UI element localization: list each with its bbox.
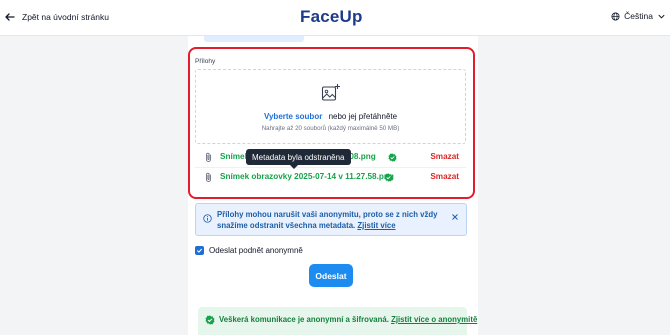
close-icon[interactable] (451, 213, 459, 221)
checkmark-icon (196, 248, 203, 253)
chevron-down-icon (658, 14, 665, 19)
arrow-left-icon (5, 13, 15, 21)
submit-button[interactable]: Odeslat (309, 264, 353, 287)
secure-message: Veškerá komunikace je anonymní a šifrova… (219, 315, 389, 324)
delete-attachment-button[interactable]: Smazat (430, 172, 459, 181)
attachments-label: Přílohy (195, 58, 216, 65)
language-label: Čeština (624, 11, 653, 21)
faceup-logo[interactable]: FaceUp (300, 7, 363, 27)
verified-check-icon (388, 153, 397, 162)
file-dropzone[interactable]: Vyberte soubor nebo jej přetáhněte Nahra… (195, 69, 466, 144)
back-link[interactable]: Zpět na úvodní stránku (4, 11, 109, 23)
paperclip-icon (206, 152, 211, 162)
anonymous-checkbox[interactable] (195, 246, 204, 255)
attachment-row: Snímek obrazovky 2025-07-14 v 11.27.58.p… (195, 168, 466, 188)
drag-text: nebo jej přetáhněte (328, 112, 398, 121)
secure-text: Veškerá komunikace je anonymní a šifrova… (219, 315, 477, 324)
info-text: Přílohy mohou narušit vaši anonymitu, pr… (217, 209, 442, 231)
select-file-link[interactable]: Vyberte soubor (264, 112, 322, 121)
anonymous-checkbox-label: Odeslat podnět anonymně (209, 246, 303, 255)
metadata-tooltip: Metadata byla odstraněna (246, 149, 351, 169)
back-link-label: Zpět na úvodní stránku (22, 12, 109, 22)
dropzone-prompt: Vyberte soubor nebo jej přetáhněte (196, 112, 465, 121)
globe-icon (611, 11, 620, 21)
top-bar: Zpět na úvodní stránku FaceUp Čeština (0, 0, 670, 36)
cut-off-chip (204, 36, 304, 42)
shield-check-icon (205, 315, 215, 325)
anonymity-info-link[interactable]: Zjistit více o anonymitě (391, 315, 477, 324)
attachment-name: Snímek obrazovky 2025-07-14 v 11.27.58.p… (220, 172, 394, 181)
add-image-icon (321, 84, 340, 101)
secure-communication-banner: Veškerá komunikace je anonymní a šifrova… (198, 307, 477, 335)
anonymous-checkbox-row[interactable]: Odeslat podnět anonymně (195, 246, 303, 255)
upload-limits: Nahrajte až 20 souborů (každý maximálně … (261, 125, 400, 132)
info-icon (203, 214, 212, 223)
language-selector[interactable]: Čeština (611, 11, 666, 21)
learn-more-link[interactable]: Zjistit více (357, 221, 395, 230)
delete-attachment-button[interactable]: Smazat (430, 152, 459, 161)
anonymity-info-banner: Přílohy mohou narušit vaši anonymitu, pr… (195, 203, 467, 236)
attachment-name-start: Snímek (220, 152, 250, 161)
verified-check-icon (384, 173, 393, 182)
info-message: Přílohy mohou narušit vaši anonymitu, pr… (217, 210, 438, 230)
paperclip-icon (206, 172, 211, 182)
